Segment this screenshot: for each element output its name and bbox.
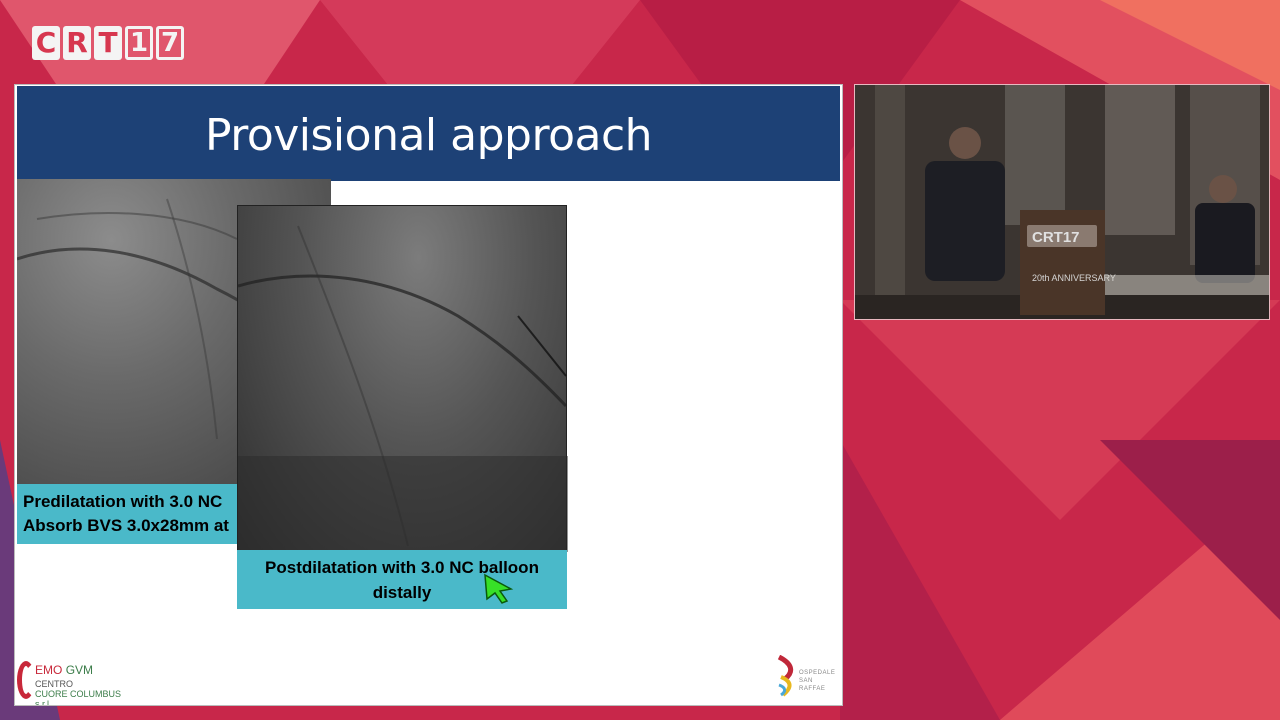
ospedale-logo: OSPEDALE SAN RAFFAE — [777, 654, 839, 701]
logo-letter-t: T — [94, 26, 122, 60]
caption-predilatation: Predilatation with 3.0 NC Absorb BVS 3.0… — [17, 484, 241, 544]
gvm-logo-emo: EMO — [35, 663, 63, 677]
podium-logo: CRT17 — [1032, 229, 1080, 246]
gvm-logo-gvm: GVM — [65, 663, 94, 677]
caption-postdilatation-line2: distally — [372, 583, 432, 602]
gvm-logo-centro: CENTRO — [35, 679, 73, 689]
ospedale-line2: SAN RAFFAE — [799, 678, 826, 692]
gvm-c-icon — [17, 661, 35, 699]
presentation-slide: Provisional approach Predilatation with … — [14, 84, 843, 706]
caption-predilatation-line1: Predilatation with 3.0 NC — [23, 492, 223, 511]
crt17-logo: C R T 1 7 — [32, 26, 184, 62]
logo-letter-c: C — [32, 26, 60, 60]
pointer-cursor-icon — [484, 573, 514, 604]
podium-sub: 20th ANNIVERSARY — [1032, 273, 1116, 283]
logo-digit-1: 1 — [125, 26, 153, 60]
logo-letter-r: R — [63, 26, 91, 60]
ospedale-emblem-icon — [777, 654, 794, 697]
logo-digit-7: 7 — [156, 26, 184, 60]
gvm-logo: EMO GVM CENTRO CUORE COLUMBUS s.r.l. — [17, 659, 137, 706]
speaker-video-feed: CRT17 20th ANNIVERSARY — [854, 84, 1270, 320]
caption-postdilatation-line1: Postdilatation with 3.0 NC balloon — [265, 558, 539, 577]
caption-postdilatation: Postdilatation with 3.0 NC balloon dista… — [237, 550, 567, 609]
ospedale-line1: OSPEDALE — [799, 670, 836, 676]
gvm-logo-cuore: CUORE COLUMBUS s.r.l. — [35, 689, 122, 706]
caption-predilatation-line2: Absorb BVS 3.0x28mm at — [23, 516, 229, 535]
slide-title: Provisional approach — [17, 86, 840, 181]
angiogram-image-right — [237, 205, 568, 552]
